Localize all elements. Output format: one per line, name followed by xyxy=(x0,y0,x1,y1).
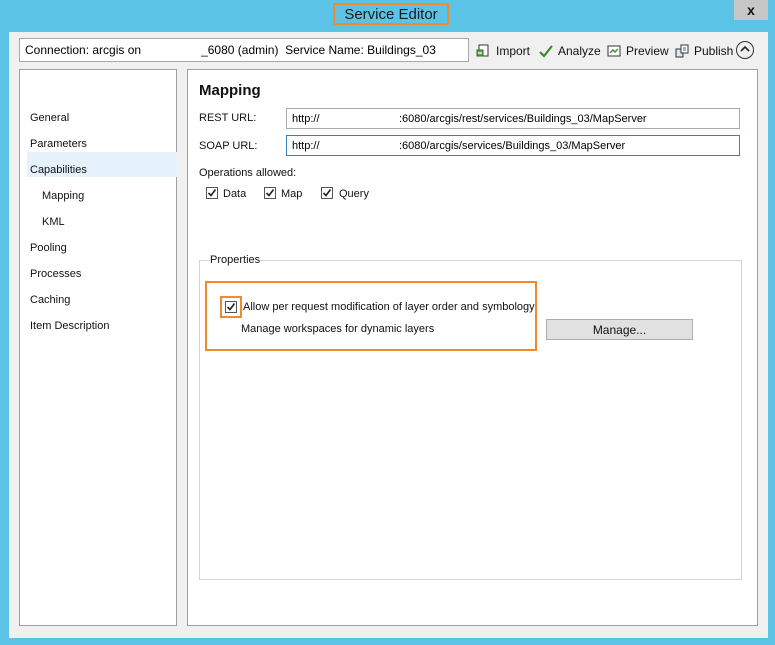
import-button[interactable]: Import xyxy=(476,41,530,61)
nav-item-processes[interactable]: Processes xyxy=(30,266,81,282)
nav-item-caching[interactable]: Caching xyxy=(30,292,70,308)
checkmark-icon xyxy=(226,303,236,311)
publish-label: Publish xyxy=(694,44,734,58)
title-highlight: Service Editor xyxy=(333,3,449,25)
nav-item-mapping[interactable]: Mapping xyxy=(42,188,84,204)
query-checkbox[interactable] xyxy=(321,187,333,199)
connection-info: Connection: arcgis on _6080 (admin) Serv… xyxy=(19,38,469,62)
close-button[interactable]: x xyxy=(734,0,768,20)
nav-item-capabilities[interactable]: Capabilities xyxy=(30,162,87,178)
map-checkbox-label: Map xyxy=(281,188,303,200)
soap-url-field[interactable]: http:// :6080/arcgis/services/Buildings_… xyxy=(286,135,740,156)
close-icon: x xyxy=(747,2,755,18)
rest-url-label: REST URL: xyxy=(199,112,257,124)
title-bar: Service Editor x xyxy=(0,0,775,30)
preview-icon xyxy=(606,43,622,59)
query-checkbox-label: Query xyxy=(339,188,369,200)
collapse-button[interactable] xyxy=(736,41,754,59)
manage-button[interactable]: Manage... xyxy=(546,319,693,340)
publish-icon xyxy=(674,43,690,59)
preview-button[interactable]: Preview xyxy=(606,41,669,61)
nav-item-pooling[interactable]: Pooling xyxy=(30,240,67,256)
chevron-up-icon xyxy=(740,44,750,56)
window-title: Service Editor xyxy=(344,5,438,23)
manage-workspaces-label: Manage workspaces for dynamic layers xyxy=(241,323,435,335)
map-checkbox[interactable] xyxy=(264,187,276,199)
editor-client-area: Connection: arcgis on _6080 (admin) Serv… xyxy=(9,32,768,638)
nav-item-item-description[interactable]: Item Description xyxy=(30,318,109,334)
preview-label: Preview xyxy=(626,44,669,58)
data-checkbox[interactable] xyxy=(206,187,218,199)
nav-item-kml[interactable]: KML xyxy=(42,214,65,230)
properties-label: Properties xyxy=(210,254,261,266)
page-title: Mapping xyxy=(199,82,261,99)
allow-modification-label: Allow per request modification of layer … xyxy=(243,301,535,313)
soap-url-label: SOAP URL: xyxy=(199,140,258,152)
analyze-button[interactable]: Analyze xyxy=(538,41,601,61)
import-label: Import xyxy=(496,44,531,58)
allow-modification-checkbox[interactable] xyxy=(225,301,237,313)
checkmark-icon xyxy=(538,43,554,59)
allow-modification-highlight xyxy=(205,281,537,351)
analyze-label: Analyze xyxy=(558,44,601,58)
mapping-panel: Mapping REST URL: http:// :6080/arcgis/r… xyxy=(187,69,758,626)
nav-panel: General Parameters Capabilities Mapping … xyxy=(19,69,177,626)
nav-item-general[interactable]: General xyxy=(30,110,69,126)
service-editor-window: Service Editor x Connection: arcgis on _… xyxy=(0,0,775,645)
data-checkbox-label: Data xyxy=(223,188,247,200)
import-icon xyxy=(476,43,492,59)
checkmark-icon xyxy=(265,189,275,197)
rest-url-field[interactable]: http:// :6080/arcgis/rest/services/Build… xyxy=(286,108,740,129)
nav-item-parameters[interactable]: Parameters xyxy=(30,136,87,152)
checkmark-icon xyxy=(207,189,217,197)
checkmark-icon xyxy=(322,189,332,197)
publish-button[interactable]: Publish xyxy=(674,41,733,61)
operations-label: Operations allowed: xyxy=(199,167,297,179)
